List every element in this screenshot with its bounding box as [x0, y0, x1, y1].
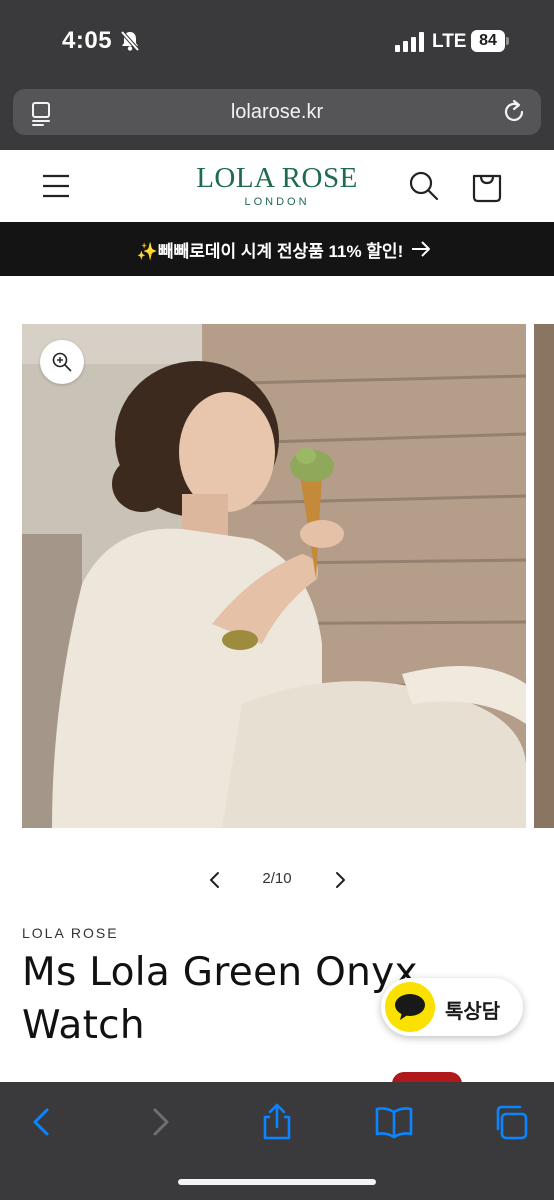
chat-label: 톡상담 [445, 1001, 501, 1023]
browser-toolbar [0, 1082, 554, 1200]
slide-counter: 2/10 [262, 870, 292, 887]
gallery-pager: 2/10 [0, 868, 554, 892]
chevron-right-icon[interactable] [330, 870, 350, 890]
hamburger-menu-icon[interactable] [42, 172, 70, 200]
product-title: Ms Lola Green Onyx Watch [22, 950, 418, 1048]
next-photo-peek[interactable] [534, 324, 554, 828]
cellular-signal-icon [395, 32, 424, 52]
shopping-bag-icon[interactable] [470, 170, 504, 204]
battery-indicator: 84 [471, 30, 509, 52]
site-header: LOLA ROSE LONDON [0, 150, 554, 222]
address-bar[interactable]: lolarose.kr [13, 89, 541, 135]
announcement-text[interactable]: ✨빼빼로데이 시계 전상품 11% 할인! [0, 237, 540, 262]
announcement-bar[interactable]: ✨빼빼로데이 시계 전상품 11% 할인! [0, 222, 554, 276]
logo-sub-text: LONDON [244, 196, 310, 208]
product-brand: LOLA ROSE [22, 925, 119, 941]
arrow-right-icon[interactable] [410, 239, 432, 259]
chevron-left-icon[interactable] [205, 870, 225, 890]
web-page: LOLA ROSE LONDON ✨빼빼로데이 시계 전상품 11% 할인! 2… [0, 150, 554, 1082]
status-bar: 4:05 LTE 84 [0, 0, 554, 82]
product-photo[interactable] [22, 324, 526, 828]
zoom-in-icon [52, 352, 72, 372]
product-gallery[interactable] [0, 324, 554, 828]
tabs-icon[interactable] [492, 1102, 532, 1142]
battery-tip [506, 37, 509, 45]
url-text[interactable]: lolarose.kr [13, 101, 541, 124]
status-time: 4:05 [62, 27, 113, 54]
bookmarks-icon[interactable] [374, 1102, 414, 1142]
forward-icon[interactable] [140, 1102, 180, 1142]
share-icon[interactable] [257, 1102, 297, 1142]
product-photo-illustration [22, 324, 526, 828]
battery-level: 84 [471, 30, 505, 52]
site-logo[interactable]: LOLA ROSE LONDON [180, 162, 374, 208]
kakao-chat-button[interactable]: 톡상담 [381, 978, 523, 1036]
chat-bubble-icon [385, 982, 435, 1032]
back-icon[interactable] [22, 1102, 62, 1142]
network-type: LTE [432, 31, 467, 52]
bell-slash-icon [120, 30, 140, 52]
search-icon[interactable] [408, 170, 440, 202]
sale-badge [392, 1072, 462, 1082]
logo-main-text: LOLA ROSE [196, 162, 358, 194]
speech-bubble-icon [395, 994, 425, 1020]
zoom-button[interactable] [40, 340, 84, 384]
reload-icon[interactable] [501, 99, 527, 125]
browser-address-area: lolarose.kr [0, 82, 554, 150]
home-indicator [178, 1179, 376, 1185]
